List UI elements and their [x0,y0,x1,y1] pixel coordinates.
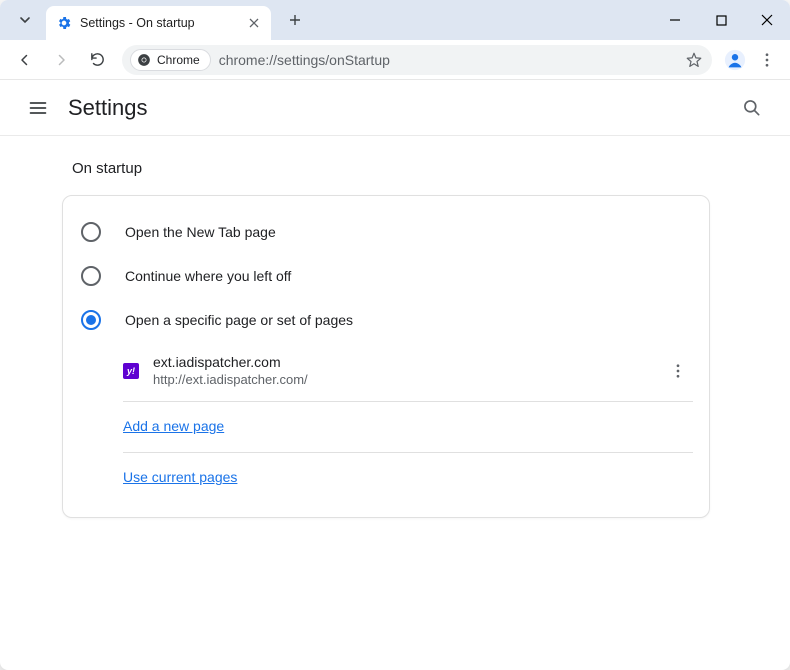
separator [123,401,693,402]
arrow-left-icon [16,51,34,69]
radio-button[interactable] [81,222,101,242]
hamburger-icon [28,98,48,118]
chrome-chip: Chrome [130,49,211,71]
add-new-page-link[interactable]: Add a new page [123,418,224,434]
star-icon [685,51,703,69]
chevron-down-icon [19,14,31,26]
arrow-right-icon [52,51,70,69]
radio-row-new-tab[interactable]: Open the New Tab page [79,210,693,254]
minimize-icon [669,14,681,26]
radio-label: Continue where you left off [125,268,291,284]
use-current-pages-link[interactable]: Use current pages [123,469,237,485]
chrome-icon [137,53,151,67]
titlebar: Settings - On startup [0,0,790,40]
reload-icon [89,51,106,68]
startup-card: Open the New Tab page Continue where you… [62,195,710,518]
maximize-icon [716,15,727,26]
more-vertical-icon [669,362,687,380]
omnibox[interactable]: Chrome chrome://settings/onStartup [122,45,712,75]
browser-tab[interactable]: Settings - On startup [46,6,271,40]
radio-label: Open the New Tab page [125,224,276,240]
chrome-menu-button[interactable] [752,45,782,75]
close-window-button[interactable] [744,0,790,40]
startup-page-entry: y! ext.iadispatcher.com http://ext.iadis… [123,342,693,399]
use-current-pages-row[interactable]: Use current pages [123,455,693,501]
tab-title: Settings - On startup [80,16,245,30]
startup-page-title: ext.iadispatcher.com [153,354,663,370]
plus-icon [289,14,301,26]
search-settings-button[interactable] [734,90,770,126]
more-vertical-icon [758,51,776,69]
maximize-button[interactable] [698,0,744,40]
search-tabs-button[interactable] [10,5,40,35]
separator [123,452,693,453]
close-icon [761,14,773,26]
add-new-page-row[interactable]: Add a new page [123,404,693,450]
page-more-button[interactable] [663,356,693,386]
chrome-chip-label: Chrome [157,53,200,67]
address-bar: Chrome chrome://settings/onStartup [0,40,790,80]
minimize-button[interactable] [652,0,698,40]
radio-button-selected[interactable] [81,310,101,330]
menu-button[interactable] [20,90,56,126]
search-icon [742,98,762,118]
profile-icon [724,49,746,71]
radio-row-specific[interactable]: Open a specific page or set of pages [79,298,693,342]
settings-content: On startup Open the New Tab page Continu… [0,136,790,518]
tab-close-button[interactable] [245,14,263,32]
radio-button[interactable] [81,266,101,286]
bookmark-button[interactable] [684,50,704,70]
startup-page-url: http://ext.iadispatcher.com/ [153,372,663,387]
url-text: chrome://settings/onStartup [219,52,390,68]
settings-header: Settings [0,80,790,136]
new-tab-button[interactable] [281,6,309,34]
forward-button[interactable] [44,43,78,77]
favicon-icon: y! [123,363,139,379]
reload-button[interactable] [80,43,114,77]
close-icon [249,18,259,28]
profile-button[interactable] [720,45,750,75]
page-title: Settings [68,95,148,121]
section-title: On startup [72,160,790,177]
radio-label: Open a specific page or set of pages [125,312,353,328]
radio-row-continue[interactable]: Continue where you left off [79,254,693,298]
back-button[interactable] [8,43,42,77]
gear-icon [56,15,72,31]
